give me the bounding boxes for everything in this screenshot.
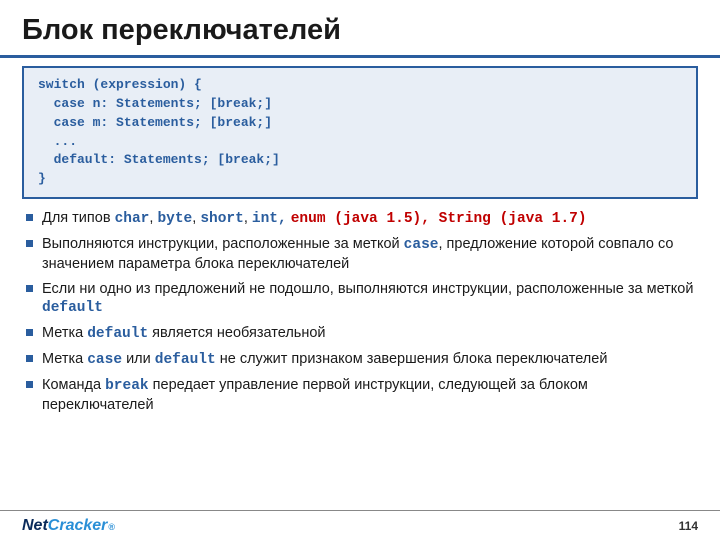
list-item: Для типов char, byte, short, int, enum (… (26, 209, 698, 229)
logo-trademark: ® (107, 522, 115, 532)
bullet-list: Для типов char, byte, short, int, enum (… (0, 209, 720, 415)
page-number: 114 (679, 519, 698, 533)
title-rule (0, 55, 720, 58)
code-block: switch (expression) { case n: Statements… (22, 66, 698, 199)
logo: NetCracker® (22, 517, 115, 535)
list-item: Команда break передает управление первой… (26, 376, 698, 415)
list-item: Выполняются инструкции, расположенные за… (26, 235, 698, 274)
list-item: Метка case или default не служит признак… (26, 350, 698, 370)
list-item: Метка default является необязательной (26, 324, 698, 344)
footer: NetCracker® 114 (0, 510, 720, 540)
logo-cracker: Cracker (48, 517, 108, 535)
logo-net: Net (22, 517, 48, 535)
slide-title: Блок переключателей (0, 0, 720, 55)
list-item: Если ни одно из предложений не подошло, … (26, 280, 698, 319)
